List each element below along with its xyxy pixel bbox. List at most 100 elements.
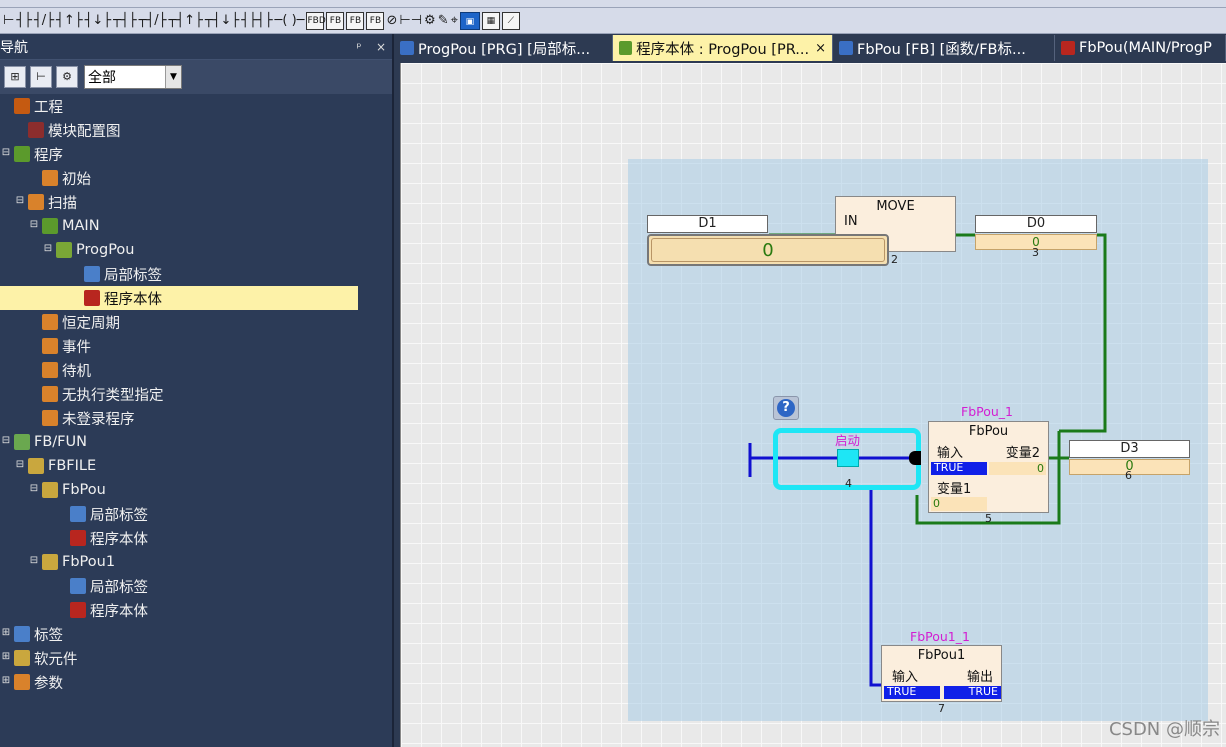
- tree-item[interactable]: 工程: [0, 94, 394, 118]
- filter-select[interactable]: 全部 ▼: [84, 65, 182, 89]
- contact-icon[interactable]: ┬┤/├: [139, 12, 167, 30]
- gear-link-icon[interactable]: ⚙: [424, 12, 436, 30]
- help-button[interactable]: ?: [773, 396, 799, 420]
- contact-icon[interactable]: ┬┤↑├: [168, 12, 202, 30]
- tree-item-label: 局部标签: [104, 267, 162, 284]
- local-label-icon: [70, 578, 86, 594]
- move-title: MOVE: [876, 199, 915, 214]
- line-draw-icon[interactable]: ⟋: [501, 11, 520, 30]
- fbpou-1-in-label: 输入: [937, 446, 964, 461]
- tab[interactable]: 程序本体 : ProgPou [PR... ×: [613, 35, 833, 61]
- tree-item[interactable]: 待机: [0, 358, 394, 382]
- expand-toggle-icon[interactable]: ⊟: [14, 196, 26, 208]
- tree-item[interactable]: ⊟ MAIN: [0, 214, 394, 238]
- zoom-icon[interactable]: ⌖: [451, 12, 458, 30]
- contact-icon[interactable]: ⊢: [3, 12, 14, 30]
- contact-icon[interactable]: ┤├┤├: [241, 12, 272, 30]
- tree-item[interactable]: ⊟ 扫描: [0, 190, 394, 214]
- tree-item[interactable]: 局部标签: [0, 262, 394, 286]
- move-in-label: IN: [844, 214, 858, 229]
- tree-item[interactable]: 无执行类型指定: [0, 382, 394, 406]
- tree-item[interactable]: 事件: [0, 334, 394, 358]
- tree-item-label: 程序本体: [90, 531, 148, 548]
- contact-icon[interactable]: ┬┤↓├: [205, 12, 239, 30]
- tree-item[interactable]: ⊟ FbPou: [0, 478, 394, 502]
- coil-icon[interactable]: ─( )─: [275, 12, 305, 30]
- gear-icon[interactable]: ⚙: [56, 66, 78, 88]
- monitor-icon[interactable]: ▣: [459, 11, 480, 30]
- grid-icon[interactable]: ▦: [481, 11, 500, 30]
- tree-item[interactable]: ⊞ 软元件: [0, 646, 394, 670]
- tree-item[interactable]: 程序本体: [0, 598, 394, 622]
- edit-icon[interactable]: ✎: [438, 12, 449, 30]
- tree-item[interactable]: 程序本体: [0, 526, 394, 550]
- pin-icon[interactable]: ᵖ: [348, 40, 370, 54]
- main-task-icon: [42, 218, 58, 234]
- tree-item[interactable]: ⊞ 标签: [0, 622, 394, 646]
- close-icon[interactable]: ×: [815, 41, 826, 56]
- tree-view-icon[interactable]: ⊢: [30, 66, 52, 88]
- d1-value-box[interactable]: 0: [647, 234, 889, 266]
- expand-toggle-icon[interactable]: ⊞: [0, 676, 12, 688]
- close-icon[interactable]: ×: [370, 40, 392, 54]
- fbpou-1-block[interactable]: FbPou 输入 变量2 TRUE 0 变量1 0: [928, 421, 1049, 513]
- tree-item[interactable]: ⊟ FbPou1: [0, 550, 394, 574]
- tree-item[interactable]: 恒定周期: [0, 310, 394, 334]
- expand-toggle-icon[interactable]: ⊟: [28, 220, 40, 232]
- contact-icon[interactable]: ┤↑├: [56, 12, 83, 30]
- fb-block-icon[interactable]: FB: [326, 11, 345, 30]
- tree-item[interactable]: 局部标签: [0, 574, 394, 598]
- fbpou1-1-block[interactable]: FbPou1 输入 输出 TRUE TRUE: [881, 645, 1002, 702]
- pou-icon: [56, 242, 72, 258]
- tree-item-label: MAIN: [62, 218, 100, 234]
- fbpou-1-instance: FbPou_1: [961, 404, 1013, 419]
- tree-item[interactable]: 局部标签: [0, 502, 394, 526]
- tree-item-label: 扫描: [48, 195, 77, 212]
- tab-label: ProgPou [PRG] [局部标...: [418, 41, 591, 58]
- contact-icon[interactable]: ┤↓├: [85, 12, 112, 30]
- chevron-down-icon[interactable]: ▼: [165, 66, 181, 88]
- tree-item[interactable]: ⊟ FB/FUN: [0, 430, 394, 454]
- tree-item[interactable]: ⊟ ProgPou: [0, 238, 394, 262]
- expand-toggle-icon[interactable]: ⊟: [28, 556, 40, 568]
- tab[interactable]: FbPou [FB] [函数/FB标...: [833, 35, 1055, 61]
- project-view-icon[interactable]: ⊞: [4, 66, 26, 88]
- tree-item[interactable]: 未登录程序: [0, 406, 394, 430]
- fbpou1-1-type: FbPou1: [917, 648, 966, 663]
- contact-icon[interactable]: ┤/├: [34, 12, 54, 30]
- d3-label[interactable]: D3: [1069, 440, 1190, 458]
- expand-toggle-icon[interactable]: ⊟: [0, 436, 12, 448]
- d0-label[interactable]: D0: [975, 215, 1097, 233]
- tree-item[interactable]: ⊟ FBFILE: [0, 454, 394, 478]
- tree-item[interactable]: ⊟ 程序: [0, 142, 394, 166]
- local-label-icon: [84, 266, 100, 282]
- expand-toggle-icon[interactable]: ⊟: [14, 460, 26, 472]
- link-icon[interactable]: ⊢⊣: [399, 12, 422, 30]
- contact-icon[interactable]: ┬┤├: [113, 12, 136, 30]
- expand-toggle-icon[interactable]: ⊟: [42, 244, 54, 256]
- expand-toggle-icon[interactable]: ⊞: [0, 628, 12, 640]
- d1-label[interactable]: D1: [647, 215, 768, 233]
- tab[interactable]: FbPou(MAIN/ProgP: [1055, 35, 1226, 61]
- expand-toggle-icon[interactable]: ⊟: [28, 484, 40, 496]
- expand-toggle-icon[interactable]: ⊟: [0, 148, 12, 160]
- fb-block-icon[interactable]: FB: [366, 11, 385, 30]
- tree-item[interactable]: 模块配置图: [0, 118, 394, 142]
- tree-item[interactable]: 程序本体: [0, 286, 358, 310]
- contact-icon[interactable]: [837, 449, 859, 467]
- tree-item-label: 无执行类型指定: [62, 387, 164, 404]
- expand-toggle-icon[interactable]: ⊞: [0, 652, 12, 664]
- contact-icon[interactable]: ┤├: [16, 12, 32, 30]
- tree-item[interactable]: 初始: [0, 166, 394, 190]
- tree-item[interactable]: ⊞ 参数: [0, 670, 394, 694]
- fbd-block-icon[interactable]: FBD: [306, 11, 326, 30]
- fb-block-icon[interactable]: FB: [346, 11, 365, 30]
- ladder-editor[interactable]: MOVE IN 2 D1 0 D0 0 3 ? 启动 4 FbPou_1 FbP…: [400, 63, 1226, 747]
- invert-icon[interactable]: ⊘: [386, 12, 397, 30]
- connector-icon: [909, 451, 921, 465]
- tab[interactable]: ProgPou [PRG] [局部标...: [394, 35, 613, 61]
- fbpou-1-out-value: 0: [989, 462, 1046, 475]
